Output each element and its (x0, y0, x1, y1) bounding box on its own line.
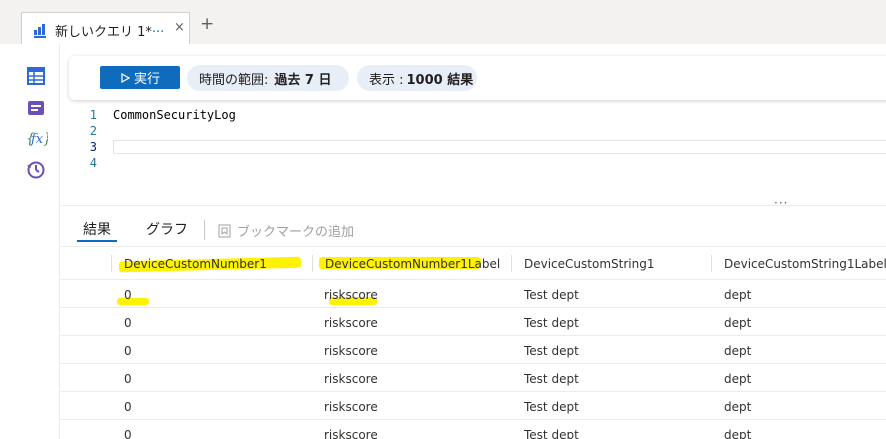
time-range-label: 時間の範囲: (199, 72, 269, 88)
tab-results[interactable]: 結果 (83, 219, 111, 239)
table-cell: Test dept (524, 316, 579, 330)
query-editor[interactable]: 1 CommonSecurityLog 2 3 4 (61, 104, 886, 204)
tab-divider (204, 220, 205, 240)
column-divider (111, 255, 112, 272)
query-tab[interactable]: 新しいクエリ 1*··· × (21, 12, 190, 44)
left-rail: { fx } (0, 44, 60, 439)
saved-query-icon[interactable] (26, 98, 46, 118)
tab-strip: 新しいクエリ 1*··· × + (0, 0, 886, 44)
current-line-highlight (113, 140, 886, 154)
table-row[interactable]: 0 riskscore Test dept dept (61, 420, 886, 439)
column-header[interactable]: DeviceCustomNumber1Label (325, 257, 500, 271)
run-button-label: 実行 (133, 72, 160, 87)
table-cell: dept (724, 344, 752, 358)
table-cell: 0 (124, 316, 132, 330)
query-tab-title: 新しいクエリ 1*··· (55, 25, 165, 40)
add-bookmark-button[interactable]: ブックマークの追加 (218, 221, 354, 240)
table-cell: riskscore (324, 316, 378, 330)
close-icon[interactable]: × (174, 20, 185, 35)
table-cell: Test dept (524, 344, 579, 358)
line-text: CommonSecurityLog (113, 108, 236, 122)
query-icon (34, 23, 48, 42)
table-cell: dept (724, 288, 752, 302)
table-row[interactable]: 0 riskscore Test dept dept (61, 392, 886, 420)
play-icon (121, 72, 130, 83)
history-icon[interactable] (26, 160, 46, 180)
table-row[interactable]: 0 riskscore Test dept dept (61, 336, 886, 364)
svg-text:fx: fx (30, 132, 44, 147)
line-number: 2 (89, 124, 97, 138)
table-cell: Test dept (524, 428, 579, 439)
table-cell: riskscore (324, 288, 378, 302)
tab-chart[interactable]: グラフ (146, 219, 188, 239)
column-header[interactable]: DeviceCustomNumber1 (124, 257, 267, 271)
table-cell: riskscore (324, 400, 378, 414)
table-cell: dept (724, 428, 752, 439)
table-cell: 0 (124, 428, 132, 439)
table-header: DeviceCustomNumber1 DeviceCustomNumber1L… (61, 246, 886, 280)
result-limit-value: 1000 結果 (406, 72, 474, 88)
table-cell: dept (724, 400, 752, 414)
time-range-value: 過去 7 日 (274, 72, 332, 88)
table-cell: 0 (124, 372, 132, 386)
run-button[interactable]: 実行 (100, 66, 180, 89)
column-header[interactable]: DeviceCustomString1Label (724, 257, 886, 271)
table-row[interactable]: 0 riskscore Test dept dept (61, 364, 886, 392)
table-cell: dept (724, 372, 752, 386)
column-header[interactable]: DeviceCustomString1 (524, 257, 654, 271)
pane-splitter[interactable] (61, 205, 886, 206)
query-tab-more: ··· (151, 25, 165, 40)
active-tab-indicator (77, 240, 117, 242)
add-tab-button[interactable]: + (200, 14, 214, 34)
table-cell: 0 (124, 400, 132, 414)
add-bookmark-label: ブックマークの追加 (237, 225, 355, 240)
table-icon[interactable] (26, 66, 46, 86)
table-cell: dept (724, 316, 752, 330)
table-cell: 0 (124, 344, 132, 358)
time-range-picker[interactable]: 時間の範囲: 過去 7 日 (187, 65, 349, 91)
table-cell: riskscore (324, 344, 378, 358)
query-toolbar: 実行 時間の範囲: 過去 7 日 表示 : 1000 結果 (69, 56, 886, 100)
column-divider[interactable] (511, 255, 512, 272)
bookmark-icon (218, 224, 231, 237)
table-cell: Test dept (524, 372, 579, 386)
table-cell: Test dept (524, 288, 579, 302)
table-cell: riskscore (324, 372, 378, 386)
function-icon[interactable]: { fx } (26, 128, 52, 148)
result-limit-label: 表示 : (369, 72, 404, 88)
column-divider[interactable] (711, 255, 712, 272)
table-cell: 0 (124, 288, 132, 302)
line-number: 4 (89, 156, 97, 170)
line-number: 3 (89, 140, 97, 154)
highlighter-mark (117, 298, 149, 305)
svg-text:}: } (43, 131, 48, 147)
table-row[interactable]: 0 riskscore Test dept dept (61, 308, 886, 336)
result-limit-picker[interactable]: 表示 : 1000 結果 (357, 65, 477, 91)
column-divider[interactable] (312, 255, 313, 272)
splitter-handle[interactable]: ··· (774, 196, 788, 210)
table-cell: riskscore (324, 428, 378, 439)
table-cell: Test dept (524, 400, 579, 414)
line-number: 1 (89, 108, 97, 122)
table-row[interactable]: 0 riskscore Test dept dept (61, 280, 886, 308)
